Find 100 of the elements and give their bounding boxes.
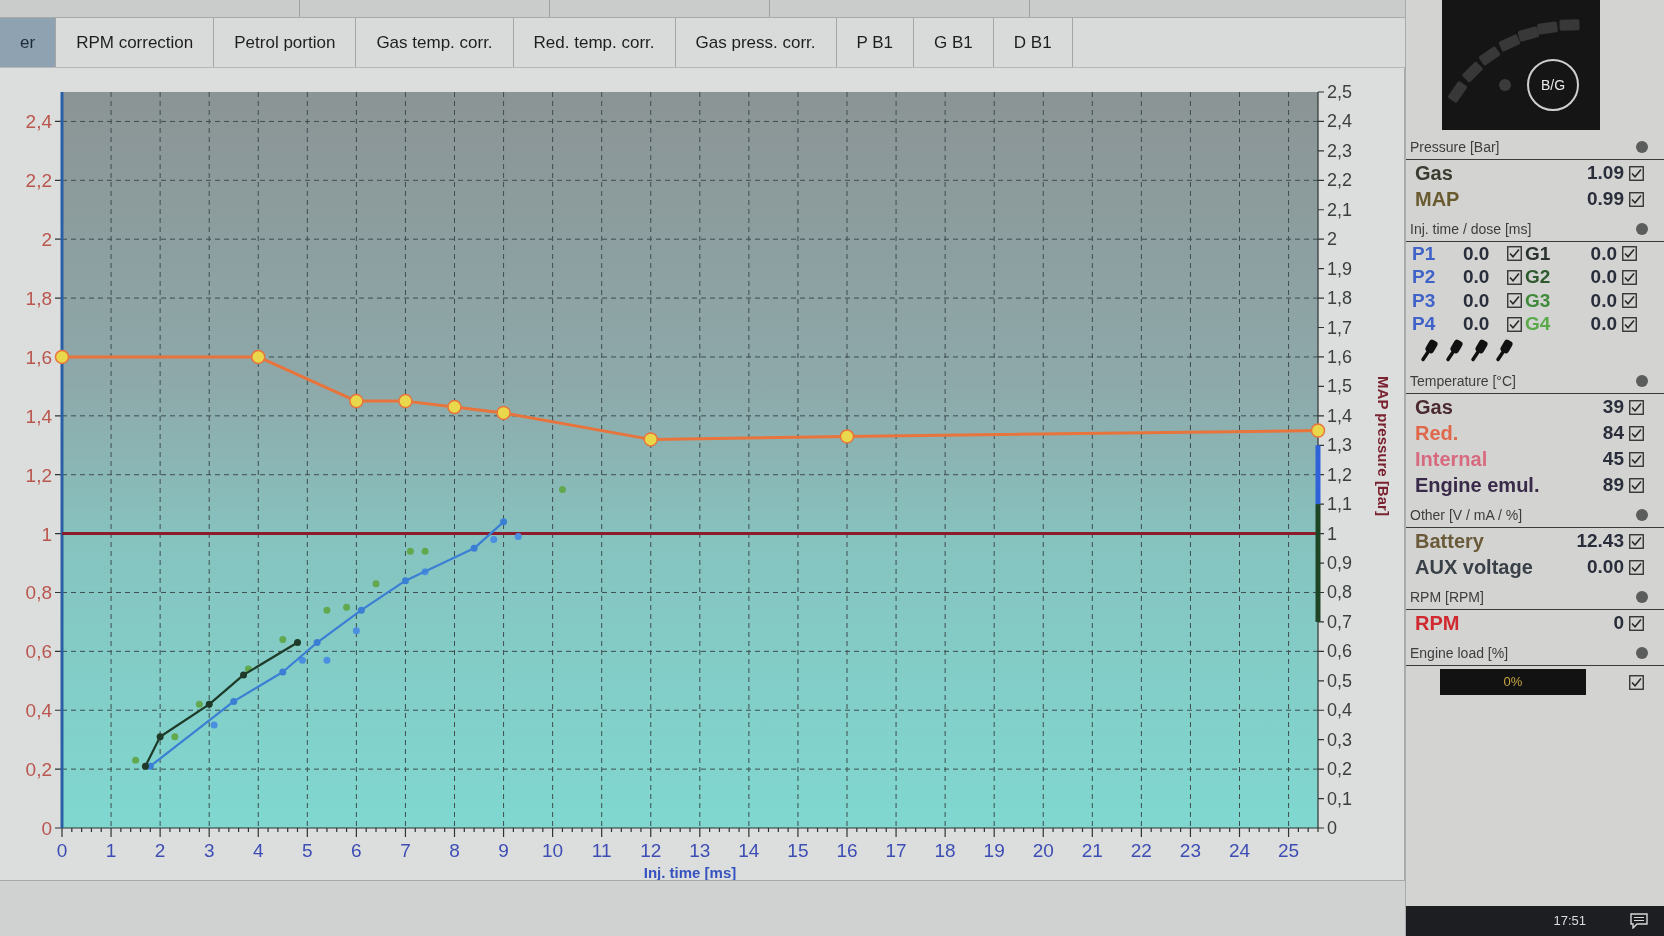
data-point xyxy=(54,349,70,365)
checkbox[interactable] xyxy=(1629,533,1644,549)
reading-label: RPM xyxy=(1415,611,1460,636)
axis-tick-label: 2,4 xyxy=(1327,111,1353,132)
axis-tick-label: 24 xyxy=(1228,840,1251,861)
injector-value: 0.0 xyxy=(1590,265,1617,289)
checkbox[interactable] xyxy=(1629,191,1644,207)
axis-tick-label: 0,4 xyxy=(25,700,52,722)
injector-label: P3 xyxy=(1412,288,1436,313)
reading-label: Gas xyxy=(1415,395,1453,420)
data-point xyxy=(496,405,511,421)
reading-value: 0.00 xyxy=(1587,554,1624,579)
axis-tick-label: 22 xyxy=(1130,840,1152,861)
axis-tick-label: 9 xyxy=(498,840,509,861)
axis-tick-label: 2 xyxy=(41,229,52,251)
checkbox[interactable] xyxy=(1629,615,1644,631)
axis-tick-label: 2,1 xyxy=(1327,199,1353,220)
reading-value: 45 xyxy=(1602,446,1624,471)
axis-tick-label: 2,2 xyxy=(25,170,52,192)
checkbox[interactable] xyxy=(1622,293,1637,309)
injector-value: 0.0 xyxy=(1463,312,1490,336)
tab[interactable]: er xyxy=(0,18,57,67)
axis-tick-label: 0 xyxy=(56,840,68,861)
axis-tick-label: 0,6 xyxy=(25,641,52,663)
checkbox[interactable] xyxy=(1629,425,1644,441)
taskbar-clock[interactable]: 17:51 xyxy=(1553,911,1586,931)
axis-tick-label: 4 xyxy=(252,840,264,861)
data-point xyxy=(470,544,478,552)
axis-tick-label: 2,3 xyxy=(1327,140,1353,161)
axis-tick-label: 1,6 xyxy=(25,346,52,368)
checkbox[interactable] xyxy=(1629,477,1644,493)
injector-label: G1 xyxy=(1525,241,1551,266)
axis-tick-label: 0,1 xyxy=(1327,788,1353,809)
section-title: Other [V / mA / %] xyxy=(1410,505,1523,525)
checkbox[interactable] xyxy=(1629,451,1644,467)
data-point xyxy=(1310,423,1326,438)
axis-title: MAP pressure [Bar] xyxy=(1375,376,1392,516)
data-point xyxy=(230,697,238,705)
injector-label: G3 xyxy=(1525,288,1551,313)
checkbox[interactable] xyxy=(1507,293,1522,309)
axis-tick-label: 0,4 xyxy=(1327,700,1353,721)
reading-label: AUX voltage xyxy=(1415,555,1533,580)
reading-label: Red. xyxy=(1415,421,1459,446)
axis-tick-label: 0 xyxy=(41,818,52,839)
injector-icon xyxy=(1420,338,1440,362)
axis-tick-label: 20 xyxy=(1032,840,1054,861)
axis-tick-label: 1,9 xyxy=(1327,258,1353,279)
checkbox[interactable] xyxy=(1622,246,1637,262)
axis-tick-label: 1 xyxy=(41,523,52,545)
axis-tick-label: 10 xyxy=(542,840,564,861)
reading-label: Internal xyxy=(1415,447,1488,472)
axis-tick-label: 6 xyxy=(351,840,362,861)
checkbox[interactable] xyxy=(1629,559,1644,575)
axis-tick-label: 0 xyxy=(1327,818,1337,838)
data-point xyxy=(401,577,409,585)
notification-icon[interactable] xyxy=(1630,913,1648,929)
injector-label: G2 xyxy=(1525,265,1551,289)
data-point xyxy=(500,518,508,526)
checkbox[interactable] xyxy=(1629,165,1644,181)
checkbox[interactable] xyxy=(1622,269,1637,285)
axis-tick-label: 1,8 xyxy=(25,288,52,310)
axis-tick-label: 25 xyxy=(1278,840,1300,861)
axis-tick-label: 1,4 xyxy=(25,405,52,427)
axis-tick-label: 5 xyxy=(302,840,313,861)
reading-value: 1.09 xyxy=(1587,160,1624,185)
axis-tick-label: 1 xyxy=(1327,523,1337,544)
data-point xyxy=(357,606,365,614)
axis-tick-label: 1 xyxy=(105,840,117,861)
reading-label: Gas xyxy=(1415,161,1453,186)
axis-tick-label: 0,2 xyxy=(25,759,52,781)
axis-tick-label: 14 xyxy=(738,840,760,861)
axis-tick-label: 23 xyxy=(1179,840,1201,861)
injector-icon xyxy=(1470,338,1490,362)
reading-value: 84 xyxy=(1602,420,1624,445)
checkbox[interactable] xyxy=(1629,674,1644,690)
injector-label: P2 xyxy=(1412,265,1436,289)
axis-tick-label: 11 xyxy=(591,840,612,861)
checkbox[interactable] xyxy=(1622,316,1637,332)
axis-tick-label: 0,8 xyxy=(25,582,52,604)
data-point xyxy=(205,700,213,708)
injector-label: G4 xyxy=(1525,312,1551,336)
reading-value: 39 xyxy=(1602,394,1624,419)
reading-label: MAP xyxy=(1415,187,1460,212)
checkbox[interactable] xyxy=(1629,399,1644,415)
injector-value: 0.0 xyxy=(1590,288,1617,313)
reading-value: 89 xyxy=(1602,472,1624,497)
axis-tick-label: 18 xyxy=(934,840,956,861)
section-title: Inj. time / dose [ms] xyxy=(1410,219,1532,239)
axis-tick-label: 1,2 xyxy=(1327,464,1353,485)
axis-tick-label: 1,6 xyxy=(1327,346,1353,367)
axis-tick-label: 2,2 xyxy=(1327,170,1353,191)
data-point xyxy=(313,639,321,647)
checkbox[interactable] xyxy=(1507,316,1522,332)
checkbox[interactable] xyxy=(1507,246,1522,262)
injector-label: P4 xyxy=(1412,312,1436,336)
axis-tick-label: 1,2 xyxy=(25,464,52,486)
checkbox[interactable] xyxy=(1507,269,1522,285)
axis-tick-label: 0,8 xyxy=(1327,582,1353,603)
axis-tick-label: 1,4 xyxy=(1327,405,1353,426)
axis-tick-label: 2 xyxy=(154,840,166,861)
